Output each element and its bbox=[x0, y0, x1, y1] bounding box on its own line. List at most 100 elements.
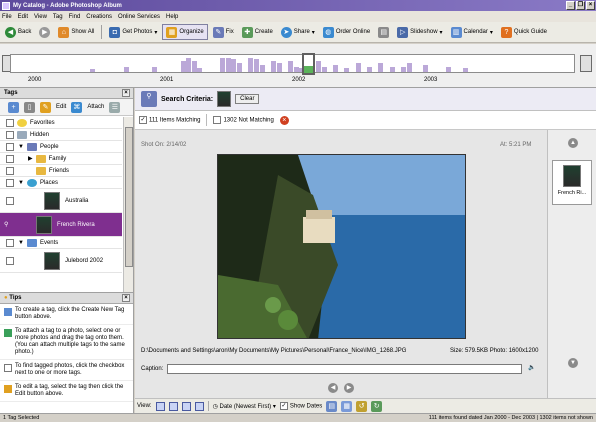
tag-checkbox[interactable] bbox=[6, 154, 14, 163]
new-tag-icon[interactable]: + bbox=[8, 101, 19, 113]
photo[interactable] bbox=[217, 154, 466, 339]
create-button[interactable]: ✚ Create bbox=[239, 24, 276, 40]
matching-toggle[interactable]: ✓ 111 Items Matching bbox=[139, 116, 200, 124]
timeline-bar[interactable] bbox=[446, 67, 451, 72]
timeline-bar[interactable] bbox=[231, 59, 236, 72]
slideshow-button[interactable]: ▷ Slideshow ▾ bbox=[394, 24, 445, 40]
timeline-bar[interactable] bbox=[463, 68, 468, 72]
not-matching-toggle[interactable]: 1302 Not Matching bbox=[213, 116, 274, 124]
timeline-bar[interactable] bbox=[288, 61, 293, 72]
timeline-bar[interactable] bbox=[271, 61, 276, 72]
menu-creations[interactable]: Creations bbox=[86, 14, 112, 20]
menu-find[interactable]: Find bbox=[69, 14, 81, 20]
timeline-bar[interactable] bbox=[186, 58, 191, 72]
timeline-bar[interactable] bbox=[378, 63, 383, 72]
tag-checkbox[interactable] bbox=[6, 142, 14, 151]
tag-checkbox[interactable] bbox=[6, 196, 14, 205]
timeline-bar[interactable] bbox=[407, 63, 412, 72]
timeline-track[interactable] bbox=[10, 54, 575, 73]
expand-right-icon[interactable]: ▶ bbox=[28, 155, 33, 162]
tag-thumbnail-card[interactable]: French Ri... bbox=[552, 160, 592, 205]
show-dates-toggle[interactable]: ✓ Show Dates bbox=[279, 402, 322, 410]
timeline-bar[interactable] bbox=[423, 65, 428, 72]
fix-button[interactable]: ✎ Fix bbox=[210, 24, 237, 40]
tag-row-friends[interactable]: Friends bbox=[0, 165, 122, 177]
caption-input[interactable] bbox=[167, 364, 522, 374]
timeline-bar[interactable] bbox=[322, 67, 327, 72]
scroll-down-button[interactable]: ▼ bbox=[568, 358, 578, 368]
timeline-bar[interactable] bbox=[254, 59, 259, 72]
view-single-button[interactable] bbox=[194, 401, 204, 411]
tag-list-scrollbar[interactable] bbox=[123, 117, 133, 292]
previous-photo-button[interactable]: ◀ bbox=[328, 383, 338, 393]
tag-row-french-rivera[interactable]: ⚲ French Rivera bbox=[0, 213, 122, 237]
edit-button[interactable]: Edit bbox=[56, 104, 66, 110]
tag-row-places[interactable]: ▼ Places bbox=[0, 177, 122, 189]
rotate-right-icon[interactable]: ↻ bbox=[371, 400, 383, 412]
share-button[interactable]: ➤ Share ▾ bbox=[278, 24, 318, 40]
close-icon[interactable]: × bbox=[122, 89, 130, 97]
organize-button[interactable]: ▦ Organize bbox=[162, 24, 208, 40]
menu-edit[interactable]: Edit bbox=[18, 14, 28, 20]
menu-view[interactable]: View bbox=[34, 14, 47, 20]
tag-row-julebord[interactable]: Julebord 2002 bbox=[0, 249, 122, 273]
tag-checkbox[interactable] bbox=[6, 166, 14, 175]
criteria-tag-thumbnail[interactable] bbox=[217, 91, 232, 107]
tag-row-events[interactable]: ▼ Events bbox=[0, 237, 122, 249]
forward-button[interactable]: ▶ bbox=[36, 24, 53, 40]
timeline-bar[interactable] bbox=[356, 63, 361, 72]
timeline-bar[interactable] bbox=[220, 58, 225, 72]
attach-button[interactable]: Attach bbox=[87, 104, 104, 110]
sort-dropdown[interactable]: ◷ Date (Newest First) ▾ bbox=[213, 403, 276, 410]
timeline-bar[interactable] bbox=[344, 68, 349, 72]
back-button[interactable]: ◀ Back bbox=[2, 24, 34, 40]
timeline-bar[interactable] bbox=[152, 67, 157, 72]
rotate-left-icon[interactable]: ↺ bbox=[356, 400, 368, 412]
tag-row-family[interactable]: ▶ Family bbox=[0, 153, 122, 165]
speaker-icon[interactable]: 🔈 bbox=[528, 364, 535, 371]
minimize-button[interactable]: _ bbox=[566, 1, 575, 10]
timeline-bar[interactable] bbox=[248, 58, 253, 72]
view-grid-button[interactable] bbox=[168, 401, 178, 411]
view-options-icon[interactable]: ☰ bbox=[109, 101, 121, 113]
tag-checkbox[interactable] bbox=[6, 178, 14, 187]
attach-icon[interactable]: ⌘ bbox=[71, 101, 83, 113]
menu-help[interactable]: Help bbox=[166, 14, 178, 20]
print-button[interactable]: ▤ bbox=[375, 24, 392, 40]
tag-checkbox[interactable] bbox=[6, 256, 14, 265]
quick-guide-button[interactable]: ? Quick Guide bbox=[498, 24, 550, 40]
timeline-bar[interactable] bbox=[401, 67, 406, 72]
expand-down-icon[interactable]: ▼ bbox=[18, 180, 24, 186]
timeline-bar[interactable] bbox=[277, 63, 282, 72]
pencil-icon[interactable]: ✎ bbox=[40, 101, 51, 113]
tag-row-people[interactable]: ▼ People bbox=[0, 141, 122, 153]
timeline-bar[interactable] bbox=[260, 65, 265, 72]
tag-checkbox[interactable] bbox=[6, 130, 14, 139]
timeline-bar[interactable] bbox=[333, 65, 338, 72]
order-online-button[interactable]: ◍ Order Online bbox=[320, 24, 373, 40]
timeline-marker[interactable] bbox=[302, 53, 315, 75]
view-thumbnails-button[interactable] bbox=[155, 401, 165, 411]
details-icon[interactable]: ▤ bbox=[326, 400, 338, 412]
close-icon[interactable]: × bbox=[122, 294, 130, 302]
timeline-bar[interactable] bbox=[124, 67, 129, 72]
timeline-bar[interactable] bbox=[237, 63, 242, 72]
show-all-button[interactable]: ⌂ Show All bbox=[55, 24, 97, 40]
clear-button[interactable]: Clear bbox=[235, 94, 260, 104]
scrollbar-thumb[interactable] bbox=[125, 127, 133, 267]
restore-button[interactable]: ❐ bbox=[576, 1, 585, 10]
timeline[interactable]: 2000 2001 2002 2003 bbox=[0, 44, 596, 88]
timeline-bar[interactable] bbox=[390, 67, 395, 72]
tag-row-favorites[interactable]: Favorites bbox=[0, 117, 122, 129]
tag-row-australia[interactable]: Australia bbox=[0, 189, 122, 213]
menu-tag[interactable]: Tag bbox=[53, 14, 63, 20]
timeline-bar[interactable] bbox=[90, 69, 95, 72]
timeline-bar[interactable] bbox=[367, 67, 372, 72]
timeline-bar[interactable] bbox=[316, 61, 321, 72]
get-photos-button[interactable]: ◘ Get Photos ▾ bbox=[106, 24, 160, 40]
tag-checkbox[interactable] bbox=[6, 118, 14, 127]
timeline-end-button[interactable] bbox=[580, 55, 592, 72]
menu-online-services[interactable]: Online Services bbox=[118, 14, 160, 20]
view-list-button[interactable] bbox=[181, 401, 191, 411]
expand-down-icon[interactable]: ▼ bbox=[18, 240, 24, 246]
